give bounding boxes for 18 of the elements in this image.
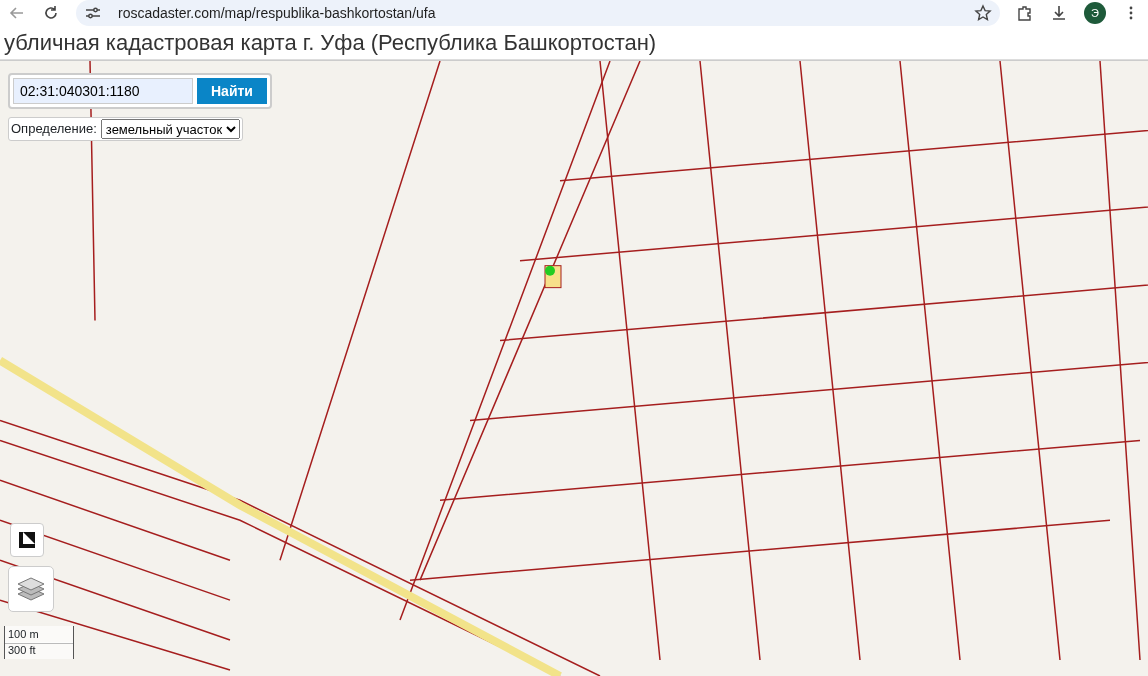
scale-metric: 100 m (4, 626, 74, 644)
page-title: убличная кадастровая карта г. Уфа (Республика Башкортостан) (0, 26, 1148, 60)
extensions-icon[interactable] (1016, 4, 1034, 22)
star-icon[interactable] (974, 4, 992, 22)
map-drawing[interactable] (0, 61, 1148, 676)
layers-button[interactable] (8, 566, 54, 612)
definition-label: Определение: (11, 120, 97, 139)
ruler-button[interactable] (10, 523, 44, 557)
download-icon[interactable] (1050, 4, 1068, 22)
reload-icon[interactable] (42, 4, 60, 22)
profile-avatar[interactable]: Э (1084, 2, 1106, 24)
url-text: roscadaster.com/map/respublika-bashkortostan/ufa (118, 3, 437, 23)
ruler-icon (17, 530, 37, 550)
cadastral-number-field[interactable]: 02:31:040301:1180 (13, 78, 193, 104)
search-button[interactable]: Найти (197, 78, 267, 104)
scale-imperial: 300 ft (4, 642, 74, 659)
address-bar[interactable]: roscadaster.com/map/respublika-bashkortostan/ufa (76, 0, 1000, 26)
definition-select[interactable]: земельный участок (100, 119, 240, 139)
